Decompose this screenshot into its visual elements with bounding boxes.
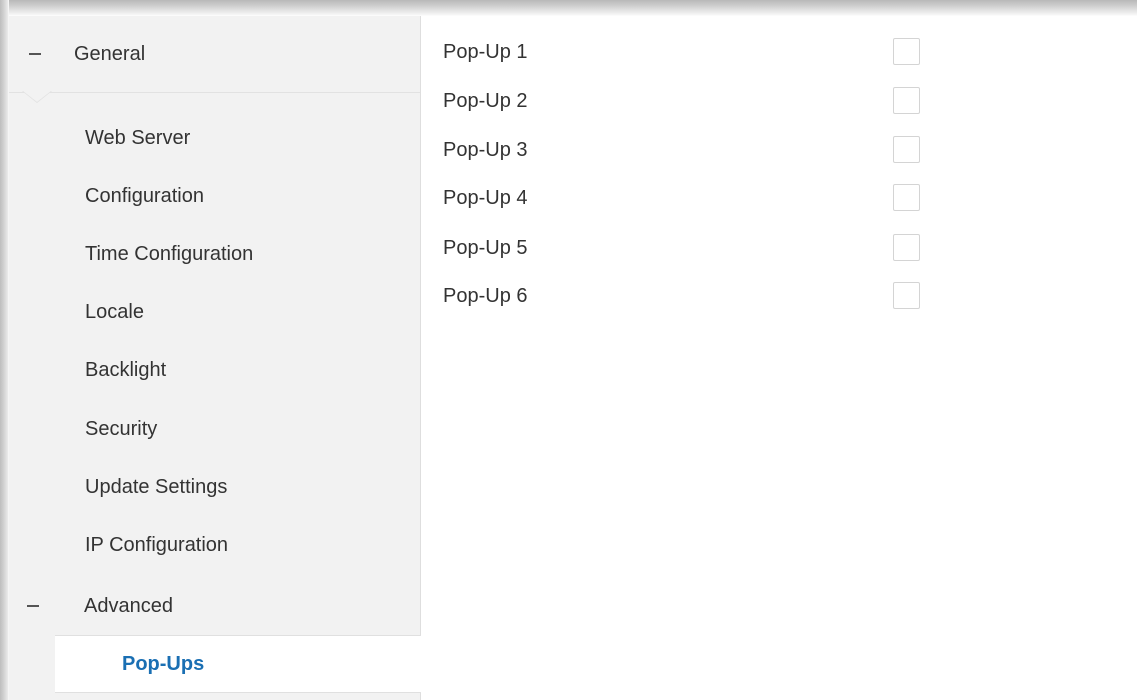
popup-checkbox[interactable] [893, 38, 920, 65]
sidebar-item-label: Configuration [85, 184, 204, 207]
popup-row: Pop-Up 1 [421, 30, 1137, 78]
popup-checkbox[interactable] [893, 184, 920, 211]
popup-checkbox[interactable] [893, 87, 920, 114]
popup-label: Pop-Up 3 [443, 139, 528, 161]
sidebar-item-locale[interactable]: Locale [9, 284, 420, 340]
sidebar-item-label: Time Configuration [85, 242, 254, 265]
popup-row: Pop-Up 6 [421, 274, 1137, 322]
sidebar-group-label-advanced: Advanced [84, 594, 173, 617]
sidebar: General Web Server Configuration Time Co… [9, 16, 421, 700]
sidebar-item-label-active: Pop-Ups [122, 652, 205, 675]
window-top-edge [0, 0, 1137, 16]
sidebar-group-label-general: General [74, 42, 146, 65]
popup-row: Pop-Up 5 [421, 226, 1137, 274]
popup-label: Pop-Up 1 [443, 41, 528, 63]
sidebar-item-ip-configuration[interactable]: IP Configuration [9, 517, 420, 573]
popup-row: Pop-Up 2 [421, 79, 1137, 127]
popup-label: Pop-Up 6 [443, 285, 528, 307]
window-left-edge [0, 0, 9, 700]
minus-icon[interactable] [29, 53, 41, 55]
popup-label: Pop-Up 4 [443, 187, 528, 209]
window-frame: General Web Server Configuration Time Co… [0, 0, 1137, 700]
popup-checkbox[interactable] [893, 282, 920, 309]
sidebar-item-backlight[interactable]: Backlight [9, 342, 420, 398]
popup-checkbox[interactable] [893, 234, 920, 261]
sidebar-item-label: Update Settings [85, 475, 228, 498]
sidebar-item-configuration[interactable]: Configuration [9, 168, 420, 224]
sidebar-item-time-configuration[interactable]: Time Configuration [9, 226, 420, 282]
sidebar-item-security[interactable]: Security [9, 401, 420, 457]
sidebar-item-update-settings[interactable]: Update Settings [9, 459, 420, 515]
sidebar-group-advanced[interactable]: Advanced [9, 576, 420, 636]
popup-label: Pop-Up 2 [443, 90, 528, 112]
popup-checkbox[interactable] [893, 136, 920, 163]
sidebar-group-general[interactable]: General [9, 16, 420, 93]
popup-row: Pop-Up 3 [421, 128, 1137, 176]
sidebar-item-label: Locale [85, 300, 144, 323]
sidebar-item-label: Web Server [85, 126, 191, 149]
main-content: Pop-Up 1 Pop-Up 2 Pop-Up 3 Pop-Up 4 Pop-… [421, 16, 1137, 700]
sidebar-item-label: IP Configuration [85, 533, 229, 556]
group-notch [23, 91, 51, 102]
sidebar-item-web-server[interactable]: Web Server [9, 110, 420, 166]
popup-label: Pop-Up 5 [443, 237, 528, 259]
minus-icon[interactable] [27, 605, 39, 607]
sidebar-item-label: Security [85, 417, 158, 440]
sidebar-item-pop-ups[interactable]: Pop-Ups [55, 635, 421, 693]
sidebar-item-label: Backlight [85, 358, 167, 381]
popup-row: Pop-Up 4 [421, 176, 1137, 224]
